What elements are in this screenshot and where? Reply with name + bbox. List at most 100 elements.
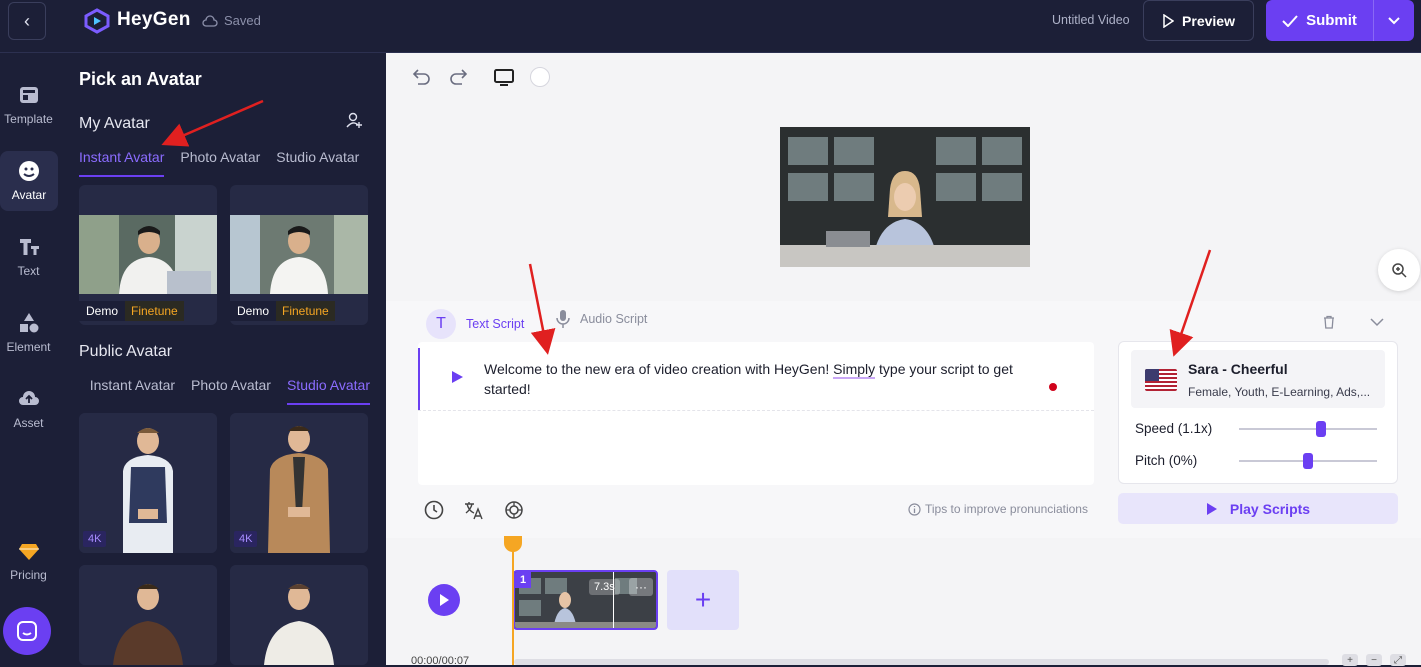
my-avatar-tabs: Instant Avatar Photo Avatar Studio Avata… xyxy=(79,149,369,177)
back-button[interactable]: ‹ xyxy=(8,2,46,40)
script-text-part: Welcome to the new era of video creation… xyxy=(484,361,834,377)
play-scripts-button[interactable]: Play Scripts xyxy=(1118,493,1398,524)
template-icon xyxy=(19,87,38,103)
video-canvas xyxy=(386,53,1421,301)
saved-label: Saved xyxy=(224,13,261,28)
submit-button[interactable]: Submit xyxy=(1266,0,1374,41)
submit-dropdown-button[interactable] xyxy=(1374,16,1414,25)
demo-badge: Demo xyxy=(230,301,277,321)
text-icon xyxy=(19,239,39,255)
chevron-down-icon[interactable] xyxy=(1370,317,1384,327)
add-scene-button[interactable]: + xyxy=(667,570,739,630)
timeline: 1 7.3s ··· + 00:00/00:07 + − ⤢ xyxy=(386,536,1421,667)
plus-icon: + xyxy=(694,584,712,615)
avatar-video-frame xyxy=(780,127,1030,267)
my-avatar-card[interactable]: Demo Finetune xyxy=(230,185,368,325)
timeline-zoom-out-button[interactable]: − xyxy=(1366,654,1382,666)
tab-text-script[interactable]: T Text Script xyxy=(426,309,524,339)
audio-script-label: Audio Script xyxy=(580,312,648,326)
preview-button[interactable]: Preview xyxy=(1143,0,1254,41)
timeline-zoom-in-button[interactable]: + xyxy=(1342,654,1358,666)
heygen-logo-icon xyxy=(84,8,110,34)
play-line-icon[interactable] xyxy=(450,370,464,384)
video-title[interactable]: Untitled Video xyxy=(1052,13,1130,27)
brand-name: HeyGen xyxy=(117,9,191,30)
voice-selector[interactable]: Sara - Cheerful Female, Youth, E-Learnin… xyxy=(1131,350,1385,408)
clip-number: 1 xyxy=(515,572,531,588)
speed-slider-handle[interactable] xyxy=(1315,421,1326,437)
public-avatar-card[interactable]: 4K xyxy=(230,413,368,553)
nav-text[interactable]: Text xyxy=(0,227,57,287)
tab-instant-avatar[interactable]: Instant Avatar xyxy=(79,149,165,177)
clip-more-button[interactable]: ··· xyxy=(629,578,653,596)
nav-asset[interactable]: Asset xyxy=(0,379,57,439)
voice-description: Female, Youth, E-Learning, Ads,... xyxy=(1188,385,1371,399)
script-text[interactable]: Welcome to the new era of video creation… xyxy=(484,359,1044,399)
avatar-icon xyxy=(19,161,39,181)
add-user-icon[interactable] xyxy=(345,111,363,129)
monitor-icon[interactable] xyxy=(492,65,516,89)
element-icon xyxy=(19,313,38,333)
nav-pricing[interactable]: Pricing xyxy=(0,531,57,591)
script-panel: T Text Script Audio Script Welcome to th… xyxy=(386,301,1421,538)
script-editor[interactable]: Welcome to the new era of video creation… xyxy=(418,342,1094,485)
tab-instant-avatar[interactable]: Instant Avatar xyxy=(90,377,175,405)
timecode: 00:00/00:07 xyxy=(411,655,470,667)
nav-template-label: Template xyxy=(4,112,53,126)
redo-icon[interactable] xyxy=(446,65,470,89)
avatar-thumbnail xyxy=(79,215,217,294)
4k-badge: 4K xyxy=(234,531,258,547)
nav-element-label: Element xyxy=(6,340,51,354)
avatar-thumbnail xyxy=(230,565,368,665)
tab-studio-avatar[interactable]: Studio Avatar xyxy=(286,377,370,405)
undo-icon[interactable] xyxy=(410,65,434,89)
timeline-fit-button[interactable]: ⤢ xyxy=(1390,654,1406,666)
pitch-slider[interactable] xyxy=(1239,453,1377,469)
text-script-label: Text Script xyxy=(466,317,525,331)
demo-badge: Demo xyxy=(79,301,126,321)
public-avatar-card[interactable]: 4K xyxy=(79,413,217,553)
tab-studio-avatar[interactable]: Studio Avatar xyxy=(276,149,359,177)
pronunciation-tips-link[interactable]: Tips to improve pronunciations xyxy=(908,502,1088,516)
timeline-scrollbar[interactable] xyxy=(514,659,1329,665)
translate-icon[interactable] xyxy=(463,499,485,521)
pitch-slider-handle[interactable] xyxy=(1303,453,1313,469)
nav-element[interactable]: Element xyxy=(0,303,57,363)
video-preview[interactable] xyxy=(780,127,1030,267)
tab-audio-script[interactable]: Audio Script xyxy=(556,309,647,329)
timeline-play-button[interactable] xyxy=(428,584,460,616)
speed-slider[interactable] xyxy=(1239,421,1377,437)
line-divider xyxy=(418,410,1094,411)
tab-photo-avatar[interactable]: Photo Avatar xyxy=(191,377,271,405)
timeline-clip[interactable]: 1 7.3s ··· xyxy=(513,570,658,630)
nav-template[interactable]: Template xyxy=(0,75,57,135)
tab-photo-avatar[interactable]: Photo Avatar xyxy=(180,149,260,177)
my-avatar-card[interactable]: Demo Finetune xyxy=(79,185,217,325)
playhead-handle[interactable] xyxy=(504,536,522,552)
my-avatar-heading: My Avatar xyxy=(79,115,150,132)
nav-avatar-label: Avatar xyxy=(11,188,47,202)
playhead[interactable] xyxy=(504,536,522,665)
nav-avatar[interactable]: Avatar xyxy=(0,151,58,211)
chevron-left-icon: ‹ xyxy=(24,10,30,31)
pitch-label: Pitch (0%) xyxy=(1135,453,1198,468)
ai-assistant-icon[interactable] xyxy=(503,499,525,521)
tips-label: Tips to improve pronunciations xyxy=(925,502,1088,516)
public-avatar-card[interactable] xyxy=(79,565,217,665)
panel-title: Pick an Avatar xyxy=(79,69,202,89)
clock-icon[interactable] xyxy=(423,499,445,521)
nav-pricing-label: Pricing xyxy=(10,568,47,582)
trash-icon[interactable] xyxy=(1322,315,1336,329)
play-icon xyxy=(440,594,449,606)
check-icon xyxy=(1282,14,1298,27)
chat-support-button[interactable] xyxy=(3,607,51,655)
avatar-thumbnail xyxy=(79,565,217,665)
recording-dot xyxy=(1049,383,1057,391)
public-avatar-card[interactable] xyxy=(230,565,368,665)
script-text-flagged-word[interactable]: Simply xyxy=(833,361,876,379)
chevron-down-icon xyxy=(1388,16,1400,24)
us-flag-icon xyxy=(1145,369,1177,391)
zoom-button[interactable] xyxy=(1378,249,1420,291)
background-color-swatch[interactable] xyxy=(530,67,550,87)
info-icon xyxy=(908,502,921,516)
